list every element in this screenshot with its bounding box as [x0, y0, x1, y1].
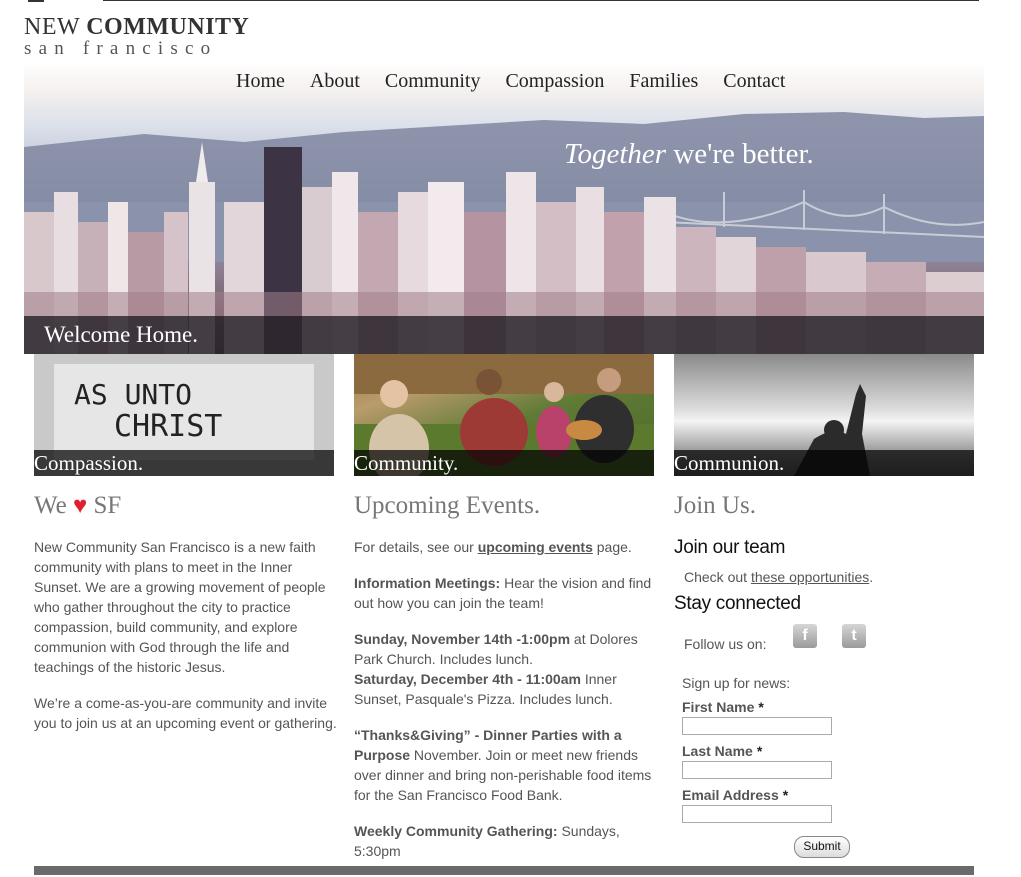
email-field[interactable]: [682, 805, 832, 823]
tile-caption-bar: Communion.: [674, 450, 974, 476]
main-navigation: Home About Community Compassion Families…: [236, 70, 810, 93]
nav-community[interactable]: Community: [385, 70, 481, 93]
email-label: Email Address *: [682, 787, 789, 803]
top-rule-left: [28, 0, 44, 2]
event-weekly: Weekly Community Gathering: Sundays, 5:3…: [354, 823, 620, 859]
last-name-field[interactable]: [682, 761, 832, 779]
follow-label: Follow us on:: [684, 636, 767, 652]
tile-caption: Communion.: [674, 451, 785, 475]
event-info-meetings: Information Meetings: Hear the vision an…: [354, 575, 652, 611]
tile-community[interactable]: Community.: [354, 354, 654, 476]
facebook-icon[interactable]: f: [793, 624, 817, 648]
tile-caption: Compassion.: [34, 451, 144, 475]
nav-about[interactable]: About: [310, 70, 360, 93]
hero-tagline: Together we're better.: [564, 138, 814, 170]
opportunities-link[interactable]: these opportunities: [751, 569, 869, 585]
nav-families[interactable]: Families: [629, 70, 698, 93]
tile-caption: Community.: [354, 451, 459, 475]
stay-connected-heading: Stay connected: [674, 593, 801, 614]
events-list: For details, see our upcoming events pag…: [354, 537, 654, 877]
nav-home[interactable]: Home: [236, 70, 285, 93]
event-dates: Sunday, November 14th -1:00pm at Dolores…: [354, 631, 638, 707]
heart-icon: ♥: [72, 493, 88, 519]
footer-bar: [34, 866, 974, 875]
we-love-sf-heading: We ♥ SF: [34, 492, 122, 519]
event-thanksgiving: “Thanks&Giving” - Dinner Parties with a …: [354, 727, 652, 803]
welcome-text: Welcome Home.: [44, 322, 198, 347]
last-name-label: Last Name *: [682, 743, 763, 759]
site-logo[interactable]: NEW COMMUNITY san francisco: [24, 14, 249, 58]
join-us-heading: Join Us.: [674, 492, 756, 519]
welcome-banner: Welcome Home.: [24, 316, 984, 354]
logo-subtitle: san francisco: [24, 38, 218, 59]
nav-contact[interactable]: Contact: [723, 70, 785, 93]
tile-compassion[interactable]: AS UNTO CHRIST Compassion.: [34, 354, 334, 476]
first-name-field[interactable]: [682, 717, 832, 735]
team-text: Check out these opportunities.: [684, 569, 874, 585]
events-heading: Upcoming Events.: [354, 492, 541, 519]
tile-communion[interactable]: Communion.: [674, 354, 974, 476]
about-text: New Community San Francisco is a new fai…: [34, 537, 339, 749]
upcoming-events-link[interactable]: upcoming events: [478, 539, 593, 555]
events-intro: For details, see our upcoming events pag…: [354, 539, 632, 555]
logo-title: NEW COMMUNITY: [24, 14, 250, 40]
hero-banner: Together we're better. Welcome Home.: [24, 62, 984, 354]
svg-text:CHRIST: CHRIST: [114, 409, 222, 444]
tile-caption-bar: Compassion.: [34, 450, 334, 476]
submit-button[interactable]: Submit: [794, 836, 850, 858]
signup-label: Sign up for news:: [682, 675, 791, 691]
invite-paragraph: We’re a come-as-you-are community and in…: [34, 695, 337, 731]
nav-compassion[interactable]: Compassion: [505, 70, 604, 93]
city-skyline-image: [24, 112, 984, 354]
svg-text:AS UNTO: AS UNTO: [74, 378, 192, 411]
about-paragraph: New Community San Francisco is a new fai…: [34, 539, 326, 675]
tile-caption-bar: Community.: [354, 450, 654, 476]
first-name-label: First Name *: [682, 699, 764, 715]
join-team-heading: Join our team: [674, 537, 786, 558]
top-rule: [103, 0, 979, 1]
twitter-icon[interactable]: t: [842, 624, 866, 648]
